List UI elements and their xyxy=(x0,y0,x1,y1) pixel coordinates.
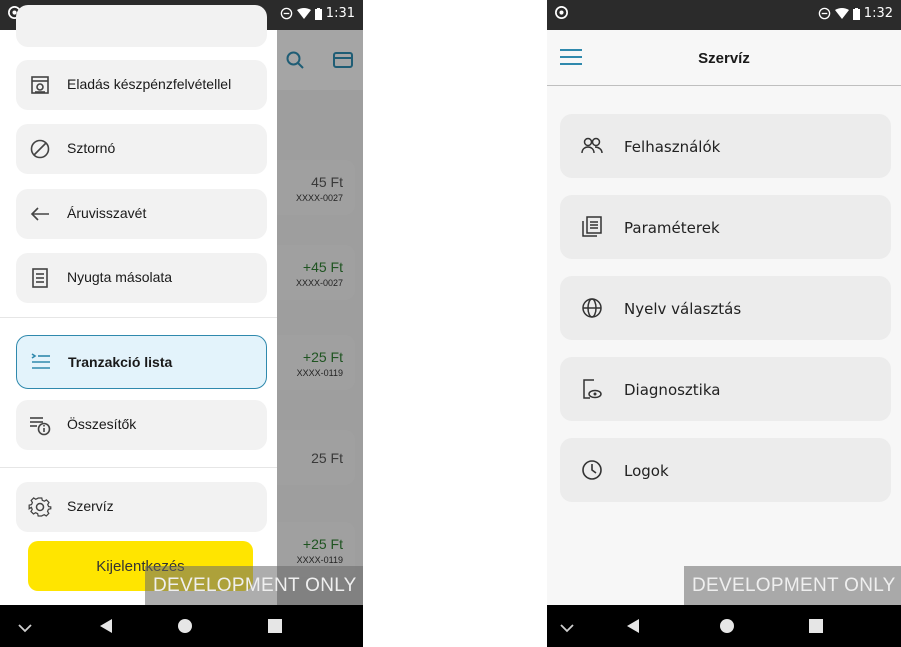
menu-item-users[interactable]: Felhasználók xyxy=(560,114,891,178)
menu-item-parameters[interactable]: Paraméterek xyxy=(560,195,891,259)
menu-item-label: Logok xyxy=(624,462,669,480)
drawer-item-label: Sztornó xyxy=(67,140,116,156)
drawer-item-label: Eladás készpénzfelvétellel xyxy=(67,76,232,92)
drawer-item-service[interactable]: Szervíz xyxy=(16,482,267,532)
menu-item-label: Diagnosztika xyxy=(624,381,721,399)
parameters-icon xyxy=(582,216,602,237)
menu-item-language[interactable]: Nyelv választás xyxy=(560,276,891,340)
list-icon xyxy=(31,353,50,369)
wifi-icon xyxy=(296,7,311,19)
home-icon[interactable] xyxy=(719,618,735,634)
recents-icon[interactable] xyxy=(268,619,282,633)
navigation-drawer: Eladás készpénzfelvétellel Sztornó Áruvi… xyxy=(0,5,277,605)
back-icon[interactable] xyxy=(98,618,114,634)
back-icon[interactable] xyxy=(625,618,641,634)
chevron-down-icon[interactable] xyxy=(560,623,574,633)
status-time: 1:32 xyxy=(863,6,893,21)
menu-item-label: Paraméterek xyxy=(624,219,720,237)
drawer-item-label: Összesítők xyxy=(67,416,137,432)
users-icon xyxy=(581,137,603,154)
diagnostics-icon xyxy=(583,379,602,399)
service-menu: Felhasználók Paraméterek Nyelv választás… xyxy=(547,86,901,605)
drawer-item-label: Szervíz xyxy=(67,498,114,514)
summary-info-icon xyxy=(30,417,51,436)
drawer-item-cash-withdrawal-sale[interactable]: Eladás készpénzfelvétellel xyxy=(16,60,267,110)
dnd-icon xyxy=(280,7,293,20)
drawer-item-storno[interactable]: Sztornó xyxy=(16,124,267,174)
status-bar: 1:32 xyxy=(547,0,901,30)
battery-icon xyxy=(314,7,322,20)
system-nav-bar xyxy=(547,605,901,647)
right-phone-screen: 1:32 Szervíz Felhasználók Paraméterek Ny… xyxy=(547,0,901,647)
menu-item-label: Nyelv választás xyxy=(624,300,742,318)
left-phone-screen: 1:31 45 Ft XXXX-0027 +45 Ft XXXX-0027 +2… xyxy=(0,0,363,647)
chevron-down-icon[interactable] xyxy=(18,623,32,633)
drawer-item-summaries[interactable]: Összesítők xyxy=(16,400,267,450)
drawer-item-label: Tranzakció lista xyxy=(68,354,173,370)
app-bar: Szervíz xyxy=(547,30,901,86)
cash-register-icon xyxy=(31,76,49,94)
drawer-divider xyxy=(0,317,277,318)
system-nav-bar xyxy=(0,605,363,647)
cancel-circle-icon xyxy=(30,139,50,159)
menu-item-logs[interactable]: Logok xyxy=(560,438,891,502)
wifi-icon xyxy=(834,7,849,19)
battery-icon xyxy=(852,7,860,20)
recents-icon[interactable] xyxy=(809,619,823,633)
dev-watermark: DEVELOPMENT ONLY xyxy=(145,566,363,606)
status-time: 1:31 xyxy=(325,6,355,21)
dnd-icon xyxy=(818,7,831,20)
home-icon[interactable] xyxy=(177,618,193,634)
drawer-item-receipt-copy[interactable]: Nyugta másolata xyxy=(16,253,267,303)
globe-icon xyxy=(582,298,602,318)
clock-icon xyxy=(582,460,602,480)
menu-item-diagnostics[interactable]: Diagnosztika xyxy=(560,357,891,421)
receipt-icon xyxy=(32,268,48,288)
gear-icon xyxy=(28,497,52,517)
drawer-item-returns[interactable]: Áruvisszavét xyxy=(16,189,267,239)
page-title: Szervíz xyxy=(698,50,750,67)
drawer-item-transaction-list[interactable]: Tranzakció lista xyxy=(16,335,267,389)
menu-item-label: Felhasználók xyxy=(624,138,721,156)
drawer-divider xyxy=(0,467,277,468)
drawer-item-partial[interactable] xyxy=(16,5,267,47)
drawer-item-label: Áruvisszavét xyxy=(67,205,147,221)
app-notification-icon xyxy=(555,6,568,19)
arrow-left-icon xyxy=(30,207,49,221)
dev-watermark: DEVELOPMENT ONLY xyxy=(684,566,901,606)
drawer-item-label: Nyugta másolata xyxy=(67,269,173,285)
